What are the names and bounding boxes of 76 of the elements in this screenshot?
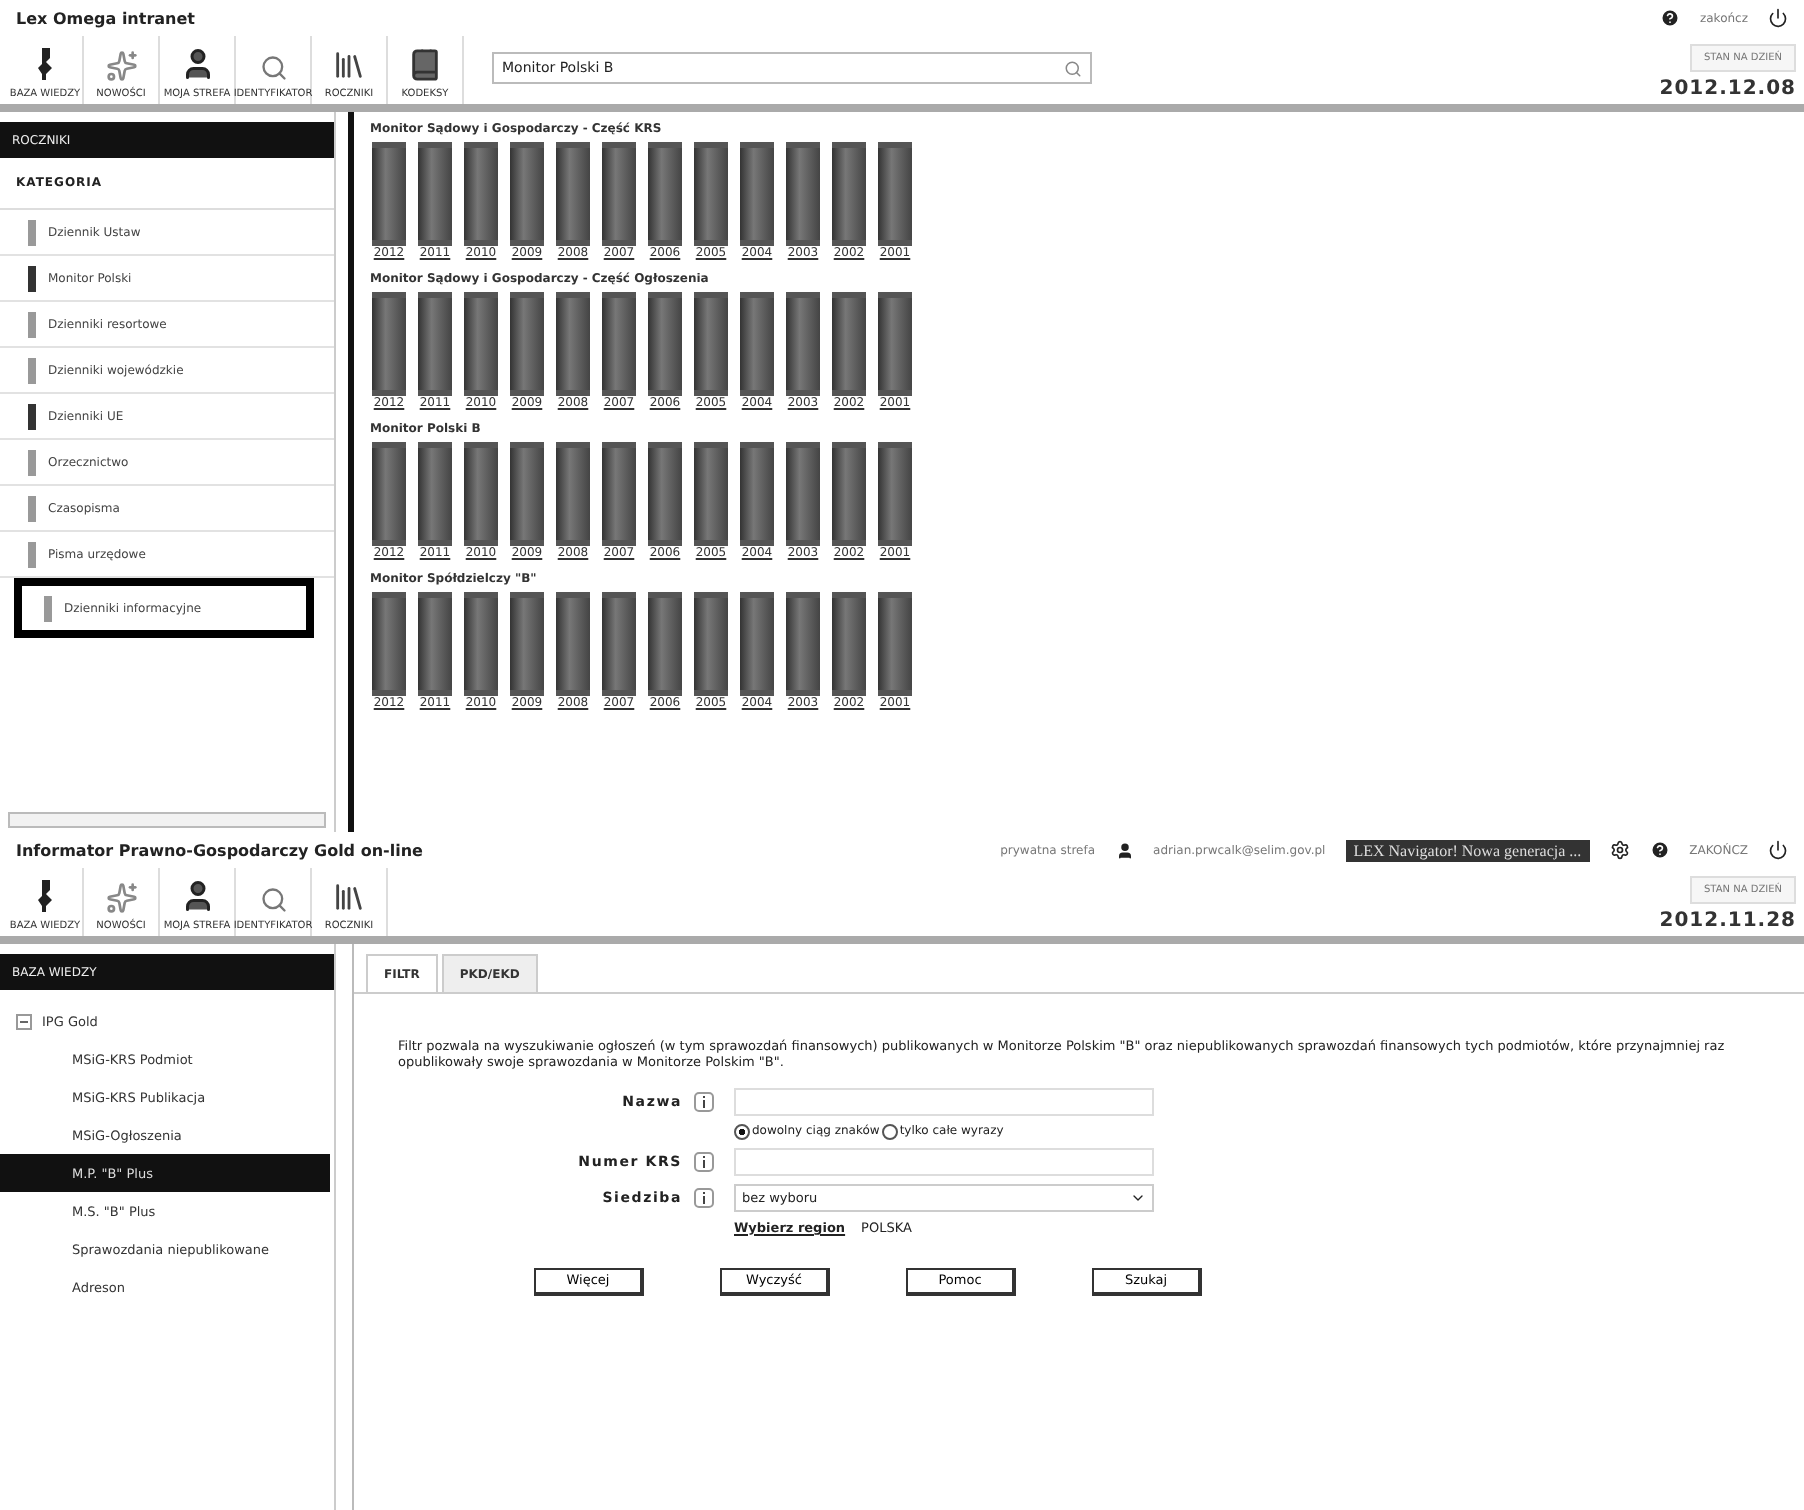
volume-spine[interactable] — [556, 142, 590, 246]
volume-spine[interactable] — [740, 292, 774, 396]
help-icon[interactable] — [1659, 8, 1680, 28]
volume-spine[interactable] — [464, 442, 498, 546]
krs-input[interactable] — [734, 1147, 1154, 1176]
volume-spine[interactable] — [878, 442, 912, 546]
radio-button[interactable] — [881, 1123, 898, 1140]
volume-spine[interactable] — [832, 592, 866, 696]
name-input[interactable] — [734, 1087, 1154, 1116]
volume-spine[interactable] — [786, 442, 820, 546]
volume-spine[interactable] — [740, 442, 774, 546]
volume-spine[interactable] — [464, 142, 498, 246]
volume-spine[interactable] — [464, 292, 498, 396]
volume-spine[interactable] — [694, 142, 728, 246]
volume-spine[interactable] — [694, 442, 728, 546]
volume-spine[interactable] — [418, 292, 452, 396]
sparkle-icon — [105, 50, 137, 82]
volume-spine[interactable] — [556, 592, 590, 696]
volume-spine[interactable] — [786, 292, 820, 396]
volume-spine[interactable] — [832, 292, 866, 396]
volume-spine[interactable] — [602, 292, 636, 396]
volume-spine[interactable] — [510, 292, 544, 396]
date-text: 2012.12.08 — [1659, 78, 1796, 100]
info-icon[interactable] — [694, 1151, 714, 1172]
volume-spine[interactable] — [648, 142, 682, 246]
volume-spine[interactable] — [510, 442, 544, 546]
radio-button[interactable] — [734, 1123, 750, 1140]
app-title: Informator Prawno-Gospodarczy Gold on-line — [16, 841, 425, 859]
volume-spine[interactable] — [418, 592, 452, 696]
volume-spine[interactable] — [556, 292, 590, 396]
volume-spine[interactable] — [418, 142, 452, 246]
info-icon[interactable] — [694, 1187, 714, 1208]
date-text: 2012.11.28 — [1659, 910, 1796, 932]
volume-spine[interactable] — [510, 142, 544, 246]
volume-spine[interactable] — [372, 292, 406, 396]
volume-spine[interactable] — [602, 142, 636, 246]
search-icon — [259, 54, 287, 82]
volume-spine[interactable] — [832, 442, 866, 546]
volume-spine[interactable] — [602, 442, 636, 546]
volume-spine[interactable] — [418, 442, 452, 546]
volume-spine[interactable] — [878, 292, 912, 396]
volume-spine[interactable] — [786, 142, 820, 246]
books-icon — [332, 880, 366, 914]
volume-spine[interactable] — [648, 592, 682, 696]
book-icon — [408, 48, 442, 82]
horizontal-scrollbar[interactable] — [8, 812, 326, 828]
volume-spine[interactable] — [832, 142, 866, 246]
volume-spine[interactable] — [372, 592, 406, 696]
volume-spine[interactable] — [878, 142, 912, 246]
search-icon — [259, 886, 287, 914]
volume-spine[interactable] — [648, 292, 682, 396]
volume-spine[interactable] — [648, 442, 682, 546]
settings-icon[interactable] — [1609, 840, 1630, 860]
volume-spine[interactable] — [372, 442, 406, 546]
volume-spine[interactable] — [740, 142, 774, 246]
app-title: Lex Omega intranet — [16, 9, 197, 27]
news-banner[interactable]: LEX Navigator! Nowa generacja ... — [1345, 839, 1590, 861]
sparkle-icon — [105, 882, 137, 914]
volume-spine[interactable] — [694, 292, 728, 396]
volume-spine[interactable] — [602, 592, 636, 696]
volume-spine[interactable] — [464, 592, 498, 696]
power-icon[interactable] — [1768, 840, 1788, 860]
minus-icon[interactable] — [16, 1013, 32, 1029]
power-icon[interactable] — [1768, 8, 1788, 28]
volume-spine[interactable] — [694, 592, 728, 696]
volume-spine[interactable] — [786, 592, 820, 696]
volume-spine[interactable] — [510, 592, 544, 696]
volume-spine[interactable] — [740, 592, 774, 696]
volume-spine[interactable] — [878, 592, 912, 696]
help-icon[interactable] — [1649, 840, 1670, 860]
volume-spine[interactable] — [556, 442, 590, 546]
info-icon[interactable] — [694, 1091, 714, 1112]
user-icon — [1115, 841, 1134, 859]
books-icon — [332, 48, 366, 82]
volume-spine[interactable] — [372, 142, 406, 246]
search-icon[interactable] — [1064, 59, 1082, 77]
